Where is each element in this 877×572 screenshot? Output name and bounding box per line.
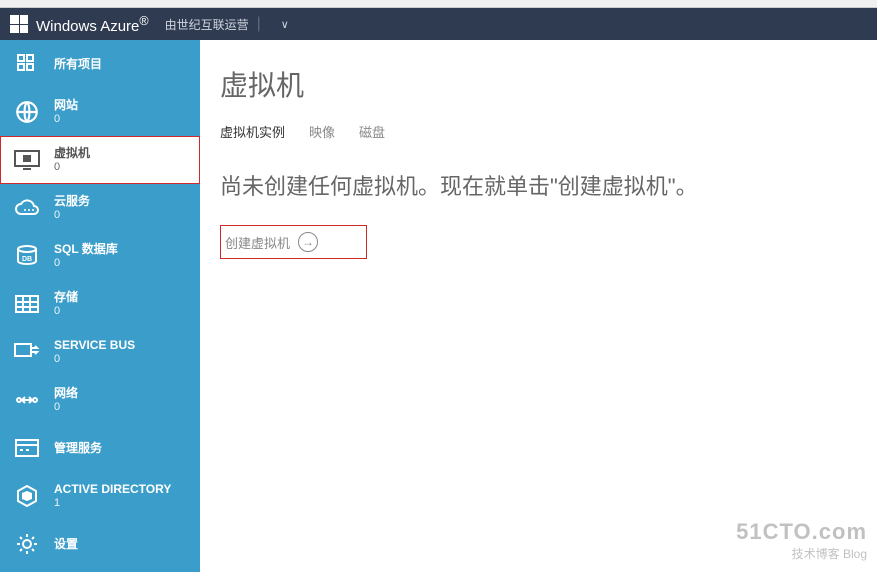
tab-instances[interactable]: 虚拟机实例 [220,122,285,141]
divider: | [257,15,261,33]
content: 虚拟机 虚拟机实例 映像 磁盘 尚未创建任何虚拟机。现在就单击"创建虚拟机"。 … [200,40,877,572]
tabs: 虚拟机实例 映像 磁盘 [220,122,877,141]
gear-icon [12,529,42,559]
create-label: 创建虚拟机 [225,233,290,252]
sidebar-item-all[interactable]: 所有项目 [0,40,200,88]
sidebar-item-settings[interactable]: 设置 [0,520,200,568]
watermark: 51CTO.com 技术博客 Blog [736,519,867,562]
vm-icon [12,145,42,175]
sidebar-item-storage[interactable]: 存储0 [0,280,200,328]
page-title: 虚拟机 [220,64,877,104]
sidebar-item-cloud[interactable]: 云服务0 [0,184,200,232]
grid-icon [12,49,42,79]
sidebar-item-label: 所有项目 [54,57,102,71]
windows-logo-icon [10,15,28,33]
tab-images[interactable]: 映像 [309,122,335,141]
sidebar-item-servicebus[interactable]: SERVICE BUS0 [0,328,200,376]
sidebar-item-label: SERVICE BUS [54,338,135,352]
db-icon: DB [12,241,42,271]
empty-message: 尚未创建任何虚拟机。现在就单击"创建虚拟机"。 [220,169,877,201]
sidebar-item-label: 虚拟机 [54,146,90,160]
sidebar-item-label: ACTIVE DIRECTORY [54,482,171,496]
brand-text: Windows Azure® [36,14,149,35]
sidebar-item-label: 管理服务 [54,441,102,455]
sidebar-item-label: 网络 [54,386,78,400]
sidebar-item-network[interactable]: 网络0 [0,376,200,424]
window-titlebar [0,0,877,8]
sidebar-item-label: 设置 [54,537,78,551]
sidebar-item-websites[interactable]: 网站0 [0,88,200,136]
ad-icon [12,481,42,511]
mgmt-icon [12,433,42,463]
svg-text:DB: DB [22,256,32,263]
sidebar-item-vm[interactable]: 虚拟机0 [0,136,200,184]
cloud-icon [12,193,42,223]
sidebar-item-sql[interactable]: DB SQL 数据库0 [0,232,200,280]
header: Windows Azure® 由世纪互联运营 | ∨ [0,8,877,40]
globe-icon [12,97,42,127]
network-icon [12,385,42,415]
tab-disks[interactable]: 磁盘 [359,122,385,141]
storage-icon [12,289,42,319]
sidebar-item-label: 云服务 [54,194,90,208]
sidebar-item-label: SQL 数据库 [54,242,118,256]
sidebar-item-label: 存储 [54,290,78,304]
sidebar-item-mgmt[interactable]: 管理服务 [0,424,200,472]
operator-text: 由世纪互联运营 [165,16,249,33]
sidebar-item-ad[interactable]: ACTIVE DIRECTORY1 [0,472,200,520]
sidebar: 所有项目 网站0 虚拟机0 云服务0 DB SQL 数据库0 存储0 SERVI… [0,40,200,572]
arrow-right-icon: → [298,232,318,252]
sidebar-item-label: 网站 [54,98,78,112]
create-vm-button[interactable]: 创建虚拟机 → [220,225,367,259]
servicebus-icon [12,337,42,367]
chevron-down-icon[interactable]: ∨ [281,18,289,31]
